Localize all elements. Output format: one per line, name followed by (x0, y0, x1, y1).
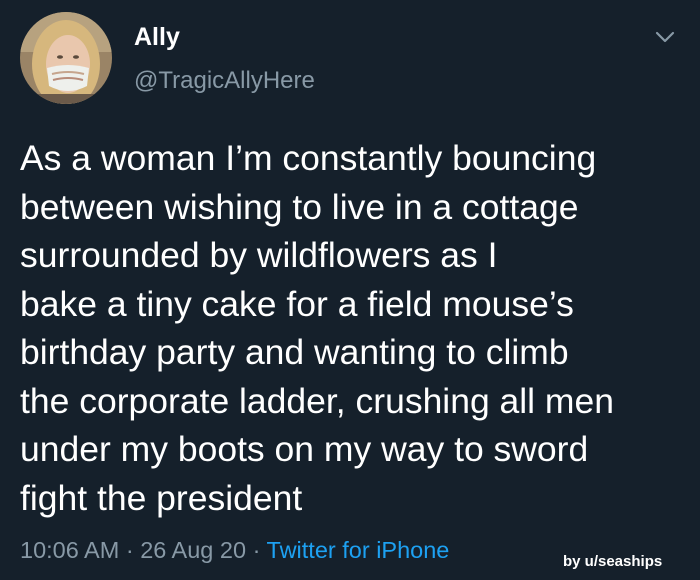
chevron-down-icon[interactable] (654, 28, 676, 46)
author-name[interactable]: Ally (134, 22, 180, 52)
tweet-meta: 10:06 AM · 26 Aug 20 · Twitter for iPhon… (20, 536, 449, 564)
meta-separator: · (125, 537, 134, 563)
watermark-credit: by u/seaships (563, 553, 663, 570)
author-handle[interactable]: @TragicAllyHere (134, 66, 315, 96)
avatar[interactable] (20, 12, 112, 104)
meta-separator: · (252, 537, 261, 563)
tweet-time: 10:06 AM (20, 537, 120, 563)
avatar-image (20, 12, 112, 104)
tweet-date: 26 Aug 20 (140, 537, 247, 563)
tweet-card: Ally @TragicAllyHere As a woman I’m cons… (0, 0, 700, 580)
tweet-source-link[interactable]: Twitter for iPhone (267, 537, 450, 563)
tweet-text: As a woman I’m constantly bouncing betwe… (20, 138, 614, 518)
